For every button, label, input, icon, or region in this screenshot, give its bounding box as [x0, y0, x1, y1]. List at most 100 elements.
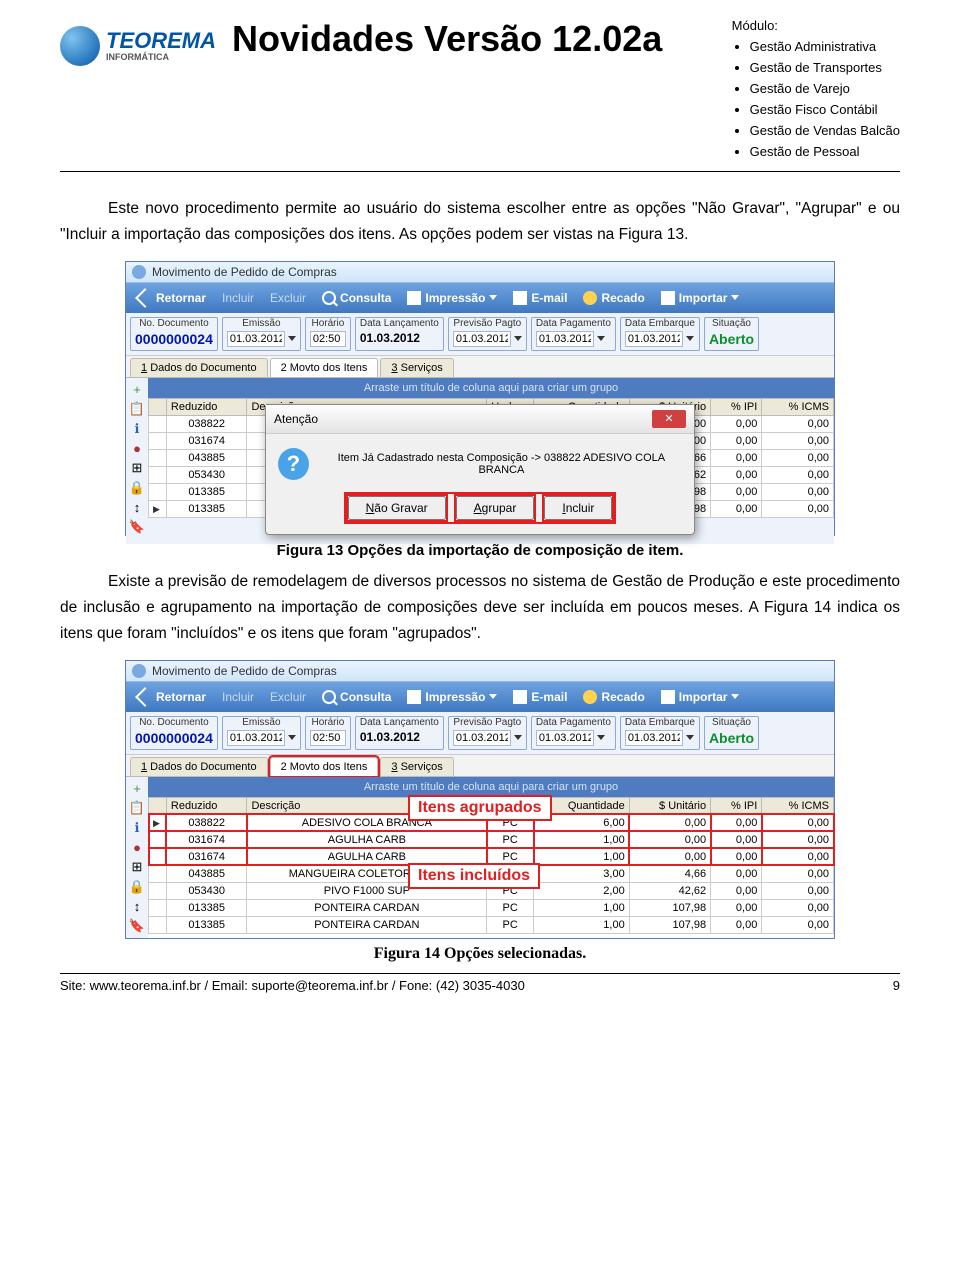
- chevron-down-icon[interactable]: [288, 735, 296, 740]
- toolbar: Retornar Incluir Excluir Consulta Impres…: [126, 682, 834, 712]
- impressao-button[interactable]: Impressão: [399, 287, 505, 309]
- smiley-icon: [583, 291, 597, 305]
- incluir-button[interactable]: Incluir: [214, 686, 262, 708]
- close-icon[interactable]: ✕: [652, 410, 686, 428]
- recado-button[interactable]: Recado: [575, 287, 652, 309]
- table-row[interactable]: 013385PONTEIRA CARDANPC1,00107,980,000,0…: [149, 899, 834, 916]
- module-item: Gestão Administrativa: [750, 39, 900, 54]
- table-row[interactable]: 031674AGULHA CARBPC1,000,000,000,00: [149, 831, 834, 848]
- module-item: Gestão de Transportes: [750, 60, 900, 75]
- table-row[interactable]: 013385PONTEIRA CARDANPC1,00107,980,000,0…: [149, 916, 834, 933]
- field-label: Data Lançamento: [360, 318, 439, 329]
- chevron-down-icon[interactable]: [514, 336, 522, 341]
- clipboard-icon[interactable]: 📋: [129, 800, 145, 816]
- field-label: Horário: [310, 318, 346, 329]
- field-label: Previsão Pagto: [453, 318, 522, 329]
- consulta-button[interactable]: Consulta: [314, 287, 399, 309]
- field-label: Emissão: [227, 717, 296, 728]
- module-label: Módulo:: [732, 18, 900, 33]
- excluir-button[interactable]: Excluir: [262, 686, 314, 708]
- toolbar: Retornar Incluir Excluir Consulta Impres…: [126, 283, 834, 313]
- previsao-input[interactable]: [453, 730, 511, 746]
- group-hint: Arraste um título de coluna aqui para cr…: [148, 777, 834, 797]
- window-title: Movimento de Pedido de Compras: [152, 265, 337, 279]
- tab-bar: 1 1 Dados do DocumentoDados do Documento…: [126, 356, 834, 378]
- import-icon: [661, 291, 675, 305]
- retornar-button[interactable]: Retornar: [130, 287, 214, 309]
- consulta-button[interactable]: Consulta: [314, 686, 399, 708]
- excluir-button[interactable]: Excluir: [262, 287, 314, 309]
- retornar-button[interactable]: Retornar: [130, 686, 214, 708]
- sort-icon[interactable]: ↕: [134, 899, 141, 914]
- figure14-caption: Figura 14 Opções selecionadas.: [60, 945, 900, 963]
- previsao-input[interactable]: [453, 331, 511, 347]
- tab-movto[interactable]: 2 Movto dos Itens: [270, 358, 379, 377]
- emissao-input[interactable]: [227, 331, 285, 347]
- status-value: Aberto: [709, 331, 754, 347]
- incluir-button[interactable]: Incluir: [214, 287, 262, 309]
- module-item: Gestão de Varejo: [750, 81, 900, 96]
- chevron-down-icon[interactable]: [686, 735, 694, 740]
- horario-input[interactable]: [310, 730, 346, 746]
- importar-button[interactable]: Importar: [653, 686, 748, 708]
- email-button[interactable]: E-mail: [505, 287, 575, 309]
- field-label: Emissão: [227, 318, 296, 329]
- col-reduzido[interactable]: Reduzido: [166, 797, 247, 814]
- tab-servicos[interactable]: 3 Serviços: [380, 358, 453, 377]
- chevron-down-icon: [731, 295, 739, 300]
- tab-servicos[interactable]: 3 Serviços: [380, 757, 453, 776]
- field-label: Situação: [709, 318, 754, 329]
- field-label: Data Lançamento: [360, 717, 439, 728]
- group-hint: Arraste um título de coluna aqui para cr…: [148, 378, 834, 398]
- doc-number-value: 0000000024: [135, 331, 213, 347]
- importar-button[interactable]: Importar: [653, 287, 748, 309]
- horario-input[interactable]: [310, 331, 346, 347]
- field-label: No. Documento: [135, 717, 213, 728]
- back-icon: [135, 687, 155, 707]
- dot-icon[interactable]: ●: [133, 840, 141, 855]
- add-icon[interactable]: +: [133, 781, 141, 796]
- pagamento-input[interactable]: [536, 331, 594, 347]
- col-ipi[interactable]: % IPI: [711, 797, 762, 814]
- back-icon: [135, 288, 155, 308]
- pagamento-input[interactable]: [536, 730, 594, 746]
- figure13-caption: Figura 13 Opções da importação de compos…: [60, 542, 900, 559]
- chevron-down-icon[interactable]: [597, 336, 605, 341]
- tab-movto[interactable]: 2 Movto dos Itens: [270, 757, 379, 776]
- recado-button[interactable]: Recado: [575, 686, 652, 708]
- field-label: Situação: [709, 717, 754, 728]
- impressao-button[interactable]: Impressão: [399, 686, 505, 708]
- nao-gravar-button[interactable]: NNão Gravarão Gravar: [348, 496, 446, 520]
- col-unit[interactable]: $ Unitário: [629, 797, 710, 814]
- chevron-down-icon[interactable]: [514, 735, 522, 740]
- module-item: Gestão de Vendas Balcão: [750, 123, 900, 138]
- header-divider: [60, 171, 900, 172]
- footer-text: Site: www.teorema.inf.br / Email: suport…: [60, 978, 525, 993]
- info-icon[interactable]: ℹ: [135, 820, 140, 836]
- add-icon[interactable]: +: [133, 382, 141, 397]
- grid-icon[interactable]: ⊞: [132, 859, 143, 875]
- col-icms[interactable]: % ICMS: [762, 797, 834, 814]
- attention-dialog: Atenção ✕ ? Item Já Cadastrado nesta Com…: [265, 404, 695, 535]
- tab-dados[interactable]: 1 1 Dados do DocumentoDados do Documento: [130, 358, 268, 377]
- embarque-input[interactable]: [625, 730, 683, 746]
- callout-incluidos: Itens incluídos: [408, 863, 540, 889]
- chevron-down-icon[interactable]: [288, 336, 296, 341]
- email-button[interactable]: E-mail: [505, 686, 575, 708]
- tag-icon[interactable]: 🔖: [129, 918, 145, 934]
- embarque-input[interactable]: [625, 331, 683, 347]
- document-info-row: No. Documento0000000024 Emissão Horário …: [126, 313, 834, 356]
- agrupar-button[interactable]: Agrupar: [456, 496, 535, 520]
- mail-icon: [513, 291, 527, 305]
- incluir-button[interactable]: Incluir: [544, 496, 612, 520]
- dialog-message: Item Já Cadastrado nesta Composição -> 0…: [321, 452, 682, 476]
- chevron-down-icon[interactable]: [597, 735, 605, 740]
- tab-dados[interactable]: 1 Dados do Documento: [130, 757, 268, 776]
- lock-icon[interactable]: 🔒: [129, 879, 145, 895]
- emissao-input[interactable]: [227, 730, 285, 746]
- window-titlebar: Movimento de Pedido de Compras: [126, 661, 834, 682]
- chevron-down-icon: [489, 295, 497, 300]
- chevron-down-icon[interactable]: [686, 336, 694, 341]
- grid-icon-column: + 📋 ℹ ● ⊞ 🔒 ↕ 🔖: [126, 777, 148, 938]
- status-value: Aberto: [709, 730, 754, 746]
